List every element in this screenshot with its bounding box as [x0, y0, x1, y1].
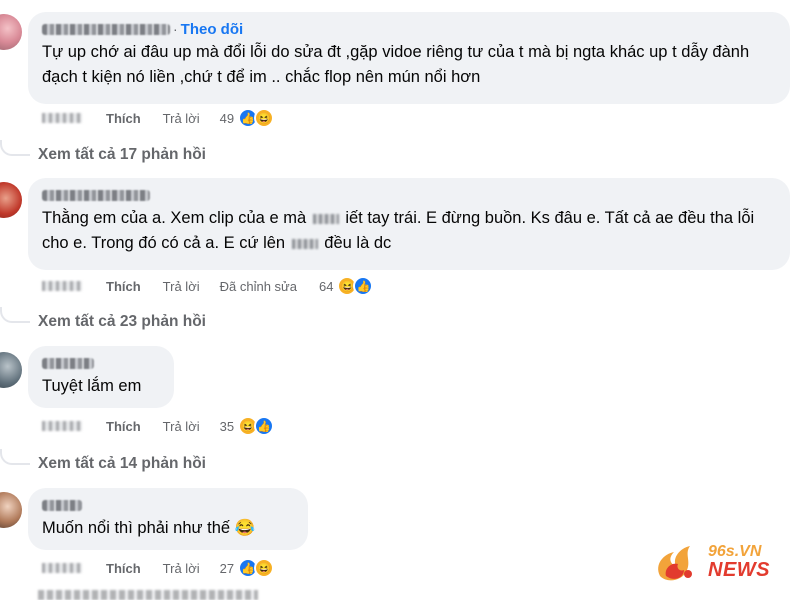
- commenter-name-blurred[interactable]: [42, 23, 170, 35]
- timestamp-blurred[interactable]: [42, 421, 82, 431]
- thread-connector: [0, 140, 30, 156]
- edited-label[interactable]: Đã chỉnh sửa: [220, 279, 297, 294]
- cut-off-reply-link[interactable]: [38, 590, 258, 600]
- reaction-icons[interactable]: 😆 👍: [337, 276, 374, 296]
- view-all-replies-link[interactable]: Xem tất cả 17 phản hồi: [38, 146, 206, 164]
- timestamp-blurred[interactable]: [42, 563, 82, 573]
- commenter-name-blurred[interactable]: [42, 499, 82, 511]
- commenter-name-blurred[interactable]: [42, 189, 150, 201]
- flame-logo-icon: [658, 546, 692, 581]
- comment-bubble: Muốn nổi thì phải như thế 😂: [28, 488, 308, 550]
- haha-icon: 😆: [254, 558, 275, 578]
- comment-text: Tuyệt lắm em: [42, 377, 142, 395]
- redacted-text: [291, 238, 318, 249]
- like-button[interactable]: Thích: [106, 111, 141, 126]
- reaction-icons[interactable]: 😆 👍: [238, 416, 275, 436]
- thread-connector: [0, 449, 30, 465]
- dot-separator: ·: [173, 21, 178, 37]
- commenter-avatar[interactable]: [0, 182, 22, 218]
- like-icon: 👍: [353, 276, 374, 296]
- like-button[interactable]: Thích: [106, 279, 141, 294]
- comment-bubble: Tuyệt lắm em: [28, 346, 174, 408]
- comment-text: Tự up chớ ai đâu up mà đổi lỗi do sửa đt…: [42, 43, 750, 86]
- reaction-count[interactable]: 27: [220, 561, 234, 576]
- commenter-avatar[interactable]: [0, 492, 22, 528]
- reply-button[interactable]: Trả lời: [163, 419, 200, 434]
- thread-connector: [0, 307, 30, 323]
- reaction-count[interactable]: 49: [220, 111, 234, 126]
- redacted-text: [312, 213, 339, 224]
- reaction-count[interactable]: 35: [220, 419, 234, 434]
- haha-icon: 😆: [254, 108, 275, 128]
- comment-actions: Thích Trả lời 35 😆 👍: [42, 416, 275, 436]
- reaction-icons[interactable]: 👍 😆: [238, 558, 275, 578]
- like-button[interactable]: Thích: [106, 561, 141, 576]
- watermark-domain: 96s.VN: [708, 543, 762, 560]
- reaction-icons[interactable]: 👍 😆: [238, 108, 275, 128]
- reply-button[interactable]: Trả lời: [163, 279, 200, 294]
- watermark-news: NEWS: [708, 559, 770, 581]
- comment-actions: Thích Trả lời 49 👍 😆: [42, 108, 275, 128]
- comment-bubble: Thằng em của a. Xem clip của e mà iết ta…: [28, 178, 790, 270]
- comment-text: Thằng em của a. Xem clip của e mà iết ta…: [42, 209, 755, 252]
- follow-link[interactable]: Theo dõi: [181, 21, 244, 38]
- comment-actions: Thích Trả lời 27 👍 😆: [42, 558, 275, 578]
- commenter-avatar[interactable]: [0, 14, 22, 50]
- commenter-avatar[interactable]: [0, 352, 22, 388]
- comment-bubble: · Theo dõi Tự up chớ ai đâu up mà đổi lỗ…: [28, 12, 790, 104]
- reply-button[interactable]: Trả lời: [163, 111, 200, 126]
- view-all-replies-link[interactable]: Xem tất cả 14 phản hồi: [38, 455, 206, 473]
- site-watermark: 96s.VN NEWS: [650, 535, 790, 589]
- reaction-count[interactable]: 64: [319, 279, 333, 294]
- comment-actions: Thích Trả lời Đã chỉnh sửa 64 😆 👍: [42, 276, 374, 296]
- timestamp-blurred[interactable]: [42, 281, 82, 291]
- like-button[interactable]: Thích: [106, 419, 141, 434]
- view-all-replies-link[interactable]: Xem tất cả 23 phản hồi: [38, 313, 206, 331]
- reply-button[interactable]: Trả lời: [163, 561, 200, 576]
- commenter-name-blurred[interactable]: [42, 357, 94, 369]
- like-icon: 👍: [254, 416, 275, 436]
- comment-text: Muốn nổi thì phải như thế 😂: [42, 519, 256, 537]
- timestamp-blurred[interactable]: [42, 113, 82, 123]
